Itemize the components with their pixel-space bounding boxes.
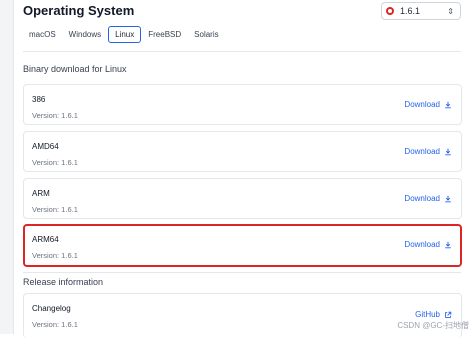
version-select-value: 1.6.1 (400, 6, 421, 16)
version-logo-icon (386, 7, 394, 15)
divider (23, 51, 461, 52)
divider (23, 272, 461, 273)
external-link-icon (445, 311, 452, 318)
github-link[interactable]: GitHub (415, 310, 452, 319)
card-version: Version: 1.6.1 (32, 320, 78, 329)
card-name: AMD64 (32, 142, 59, 151)
download-link-arm[interactable]: Download (404, 194, 452, 203)
card-name: ARM (32, 189, 50, 198)
download-link-arm64[interactable]: Download (404, 240, 452, 249)
download-card-arm64: ARM64 Version: 1.6.1 Download (23, 224, 462, 267)
github-label: GitHub (415, 310, 440, 319)
download-icon (445, 195, 451, 202)
tab-solaris[interactable]: Solaris (188, 26, 224, 43)
left-sidebar-strip (0, 0, 14, 334)
chevron-updown-icon: ⇕ (447, 6, 454, 16)
card-version: Version: 1.6.1 (32, 158, 78, 167)
release-section-title: Release information (23, 277, 104, 287)
watermark: CSDN @GC-扫地僧 (397, 321, 469, 330)
download-link-amd64[interactable]: Download (404, 147, 452, 156)
download-icon (445, 101, 451, 108)
card-name: ARM64 (32, 235, 59, 244)
download-card-386: 386 Version: 1.6.1 Download (23, 84, 462, 125)
download-card-amd64: AMD64 Version: 1.6.1 Download (23, 131, 462, 172)
tab-freebsd[interactable]: FreeBSD (142, 26, 187, 43)
download-label: Download (404, 147, 440, 156)
page-title: Operating System (23, 3, 135, 18)
card-version: Version: 1.6.1 (32, 251, 78, 260)
download-card-arm: ARM Version: 1.6.1 Download (23, 178, 462, 219)
os-tabs: macOS Windows Linux FreeBSD Solaris (23, 26, 226, 43)
binary-section-title: Binary download for Linux (23, 64, 127, 74)
tab-macos[interactable]: macOS (23, 26, 62, 43)
download-icon (445, 241, 451, 248)
download-label: Download (404, 240, 440, 249)
download-link-386[interactable]: Download (404, 100, 452, 109)
tab-linux[interactable]: Linux (108, 26, 142, 43)
card-version: Version: 1.6.1 (32, 111, 78, 120)
download-label: Download (404, 194, 440, 203)
card-name: Changelog (32, 304, 71, 313)
download-label: Download (404, 100, 440, 109)
changelog-card: Changelog Version: 1.6.1 GitHub (23, 293, 462, 338)
version-select[interactable]: 1.6.1 ⇕ (381, 2, 461, 20)
card-version: Version: 1.6.1 (32, 205, 78, 214)
download-icon (445, 148, 451, 155)
card-name: 386 (32, 95, 46, 104)
tab-windows[interactable]: Windows (63, 26, 107, 43)
